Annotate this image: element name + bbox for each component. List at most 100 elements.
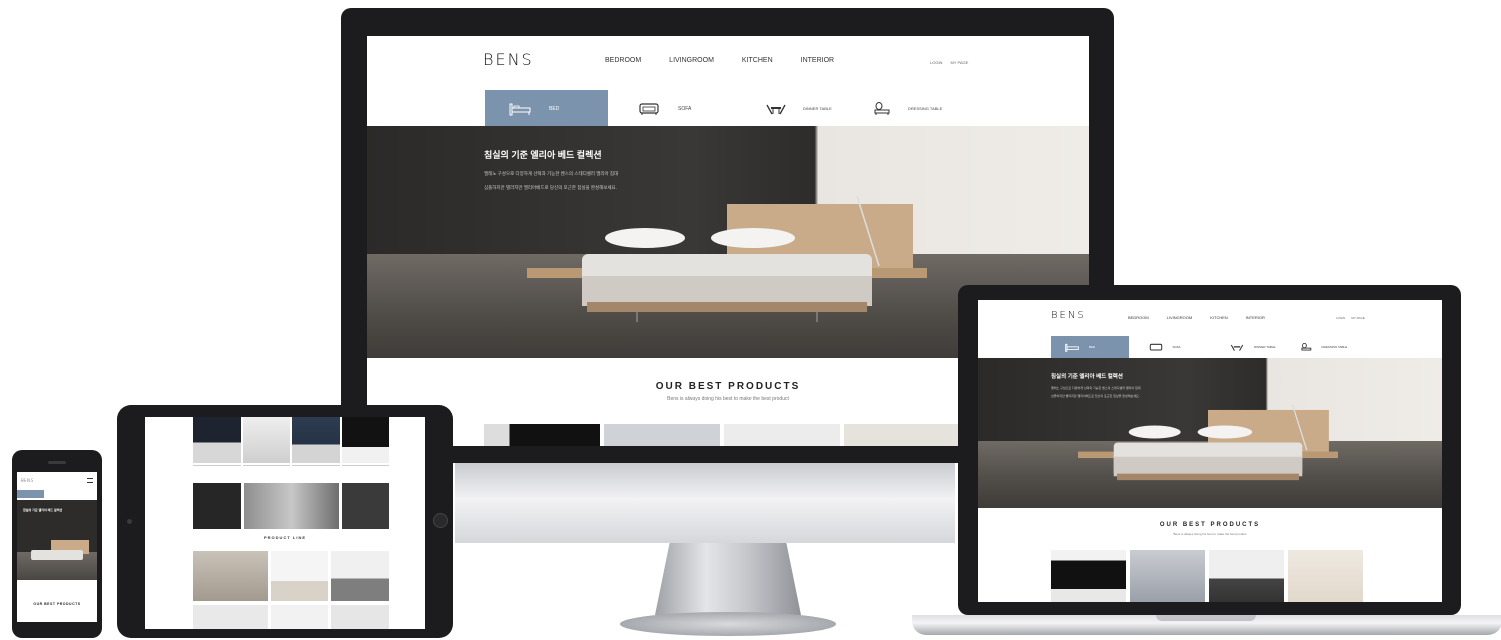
nav-kitchen[interactable]: KITCHEN [1210,315,1228,320]
category-dressing-table[interactable]: DRESSING TABLE [864,90,971,127]
promo-banner[interactable] [193,483,241,529]
caption-line [193,465,241,475]
phone-screen: BENS 침실의 기준 엘리아 베드 컬렉션 OUR BEST PRODUCTS [17,472,97,622]
site-logo[interactable]: BENS [21,478,34,483]
product-thumb[interactable] [1130,550,1205,602]
monitor-stand [655,543,801,615]
monitor-chin [455,463,955,543]
category-sofa[interactable]: SOFA [608,90,737,127]
category-label: DINNER TABLE [1254,345,1276,349]
bed-image [527,196,927,322]
product-thumb[interactable] [484,424,600,446]
product-thumb[interactable] [1288,550,1363,602]
category-bar [17,490,97,498]
login-link[interactable]: LOGIN [930,60,942,65]
hero-title: 침실의 기준 엘리아 베드 컬렉션 [1051,374,1123,380]
category-label: SOFA [1172,345,1181,349]
product-thumb[interactable] [331,551,389,601]
bed-icon [1065,343,1079,352]
hero-text: 침실의 기준 엘리아 베드 컬렉션 [23,508,91,512]
main-nav: BEDROOM LIVINGROOM KITCHEN INTERIOR [1128,315,1265,320]
mypage-link[interactable]: MY PAGE [950,60,968,65]
tablet-home-button[interactable] [433,513,448,528]
promo-banner[interactable] [341,483,389,529]
product-thumb[interactable] [193,605,268,629]
product-thumb[interactable] [1051,550,1126,602]
product-thumb[interactable] [1209,550,1284,602]
phone-speaker [48,461,66,464]
category-label: BED [549,105,560,112]
product-thumb[interactable] [604,424,720,446]
monitor-base [620,612,836,636]
site-logo[interactable]: BENS [1051,310,1086,321]
sofa-icon [1149,343,1163,352]
product-line-row [193,551,389,601]
hero-line-2: 심플하지만 별라지만 엘리아베드로 당신의 포근한 침실을 완성해보세요. [1051,394,1140,398]
category-bed[interactable]: BED [1051,336,1129,358]
category-label: DRESSING TABLE [908,106,943,111]
bed-icon [509,102,531,116]
best-products-subtitle: Bens is always doing his best to make th… [1173,532,1247,536]
product-thumb[interactable] [724,424,840,446]
product-thumb[interactable] [193,551,268,601]
promo-banners [193,483,389,529]
hero-banner: 침실의 기준 엘리아 베드 컬렉션 [17,500,97,580]
category-sofa[interactable]: SOFA [1129,336,1213,358]
caption-line [242,465,290,475]
nav-livingroom[interactable]: LIVINGROOM [1167,315,1193,320]
nav-kitchen[interactable]: KITCHEN [742,57,773,64]
category-dinner-table[interactable]: DINNER TABLE [737,90,864,127]
category-dressing-table[interactable]: DRESSING TABLE [1294,336,1364,358]
product-thumb[interactable] [270,551,329,601]
product-grid-top [193,417,389,463]
category-label: SOFA [678,105,692,112]
caption-line [292,465,340,475]
category-label: DINNER TABLE [803,106,832,111]
product-thumb[interactable] [193,417,241,463]
best-products-title: OUR BEST PRODUCTS [1159,522,1261,528]
dressing-table-icon [1300,342,1314,352]
product-thumb[interactable] [292,417,340,463]
hero-line-2: 심플하지만 별라지만 엘리아베드로 당신의 포근한 침실을 완성해보세요. [484,185,617,190]
product-thumb[interactable] [341,417,389,463]
nav-bedroom[interactable]: BEDROOM [1128,315,1149,320]
mypage-link[interactable]: MY PAGE [1351,316,1364,320]
sofa-icon [638,102,660,116]
login-link[interactable]: LOGIN [1336,316,1345,320]
caption-line [341,465,389,475]
nav-bedroom[interactable]: BEDROOM [605,57,641,64]
nav-livingroom[interactable]: LIVINGROOM [669,57,714,64]
product-thumb[interactable] [844,424,960,446]
promo-banner[interactable] [243,483,339,529]
product-thumb[interactable] [270,605,329,629]
nav-interior[interactable]: INTERIOR [801,57,834,64]
product-thumb[interactable] [331,605,389,629]
category-bed[interactable] [17,490,44,498]
site-logo[interactable]: BENS [483,50,534,69]
hero-line-1: 엘레노 구성으로 다양하게 선택과 기능한 벤스의 스테디셀러 엘리아 침대 [484,171,619,176]
category-bed[interactable]: BED [485,90,608,127]
menu-icon[interactable] [87,478,93,483]
category-sofa[interactable] [43,490,71,498]
category-label: BED [1089,345,1096,349]
category-dinner-table[interactable] [70,490,97,498]
laptop-screen: BENS BEDROOM LIVINGROOM KITCHEN INTERIOR… [978,300,1442,602]
main-nav: BEDROOM LIVINGROOM KITCHEN INTERIOR [605,57,834,64]
tablet-screen: PRODUCT LINE [145,417,425,629]
util-links: LOGIN MY PAGE [930,60,968,65]
bed-image [1078,404,1338,481]
category-dinner-table[interactable]: DINNER TABLE [1212,336,1294,358]
tablet-camera [127,519,132,524]
dressing-table-icon [872,101,894,116]
util-links: LOGIN MY PAGE [1336,316,1365,320]
product-captions [193,465,389,475]
nav-interior[interactable]: INTERIOR [1246,315,1265,320]
category-bar: BED SOFA DINNER TABLE DRESSING TABLE [1051,336,1363,358]
dinner-table-icon [765,102,787,116]
hero-title: 침실의 기준 엘리아 베드 컬렉션 [484,150,602,160]
category-label: DRESSING TABLE [1321,345,1348,349]
dinner-table-icon [1230,343,1244,352]
hero-text: 침실의 기준 엘리아 베드 컬렉션 엘레노 구성으로 다양하게 선택과 기능한 … [484,148,618,191]
product-thumb[interactable] [242,417,290,463]
hero-text: 침실의 기준 엘리아 베드 컬렉션 엘레노 구성으로 다양하게 선택과 기능한 … [1051,372,1140,398]
